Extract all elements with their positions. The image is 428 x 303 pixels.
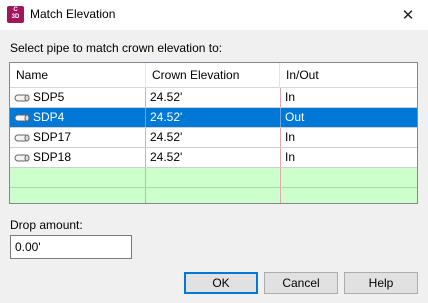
cell-divider: [280, 188, 281, 203]
crown-elevation-cell: 24.52': [150, 90, 183, 104]
cancel-button[interactable]: Cancel: [264, 272, 338, 294]
cell-divider: [280, 108, 281, 127]
pipe-icon: [14, 134, 30, 142]
drop-amount-input[interactable]: [10, 235, 132, 259]
pipe-name-cell: SDP17: [33, 130, 72, 144]
ok-button[interactable]: OK: [184, 272, 258, 294]
crown-elevation-cell: 24.52': [150, 130, 183, 144]
cell-divider: [280, 88, 281, 107]
pipe-name-cell: SDP4: [33, 110, 65, 124]
pipe-icon: [14, 114, 30, 122]
grid-header: Name Crown Elevation In/Out: [10, 63, 417, 88]
in-out-cell: In: [285, 90, 296, 104]
cell-divider: [280, 128, 281, 147]
table-row[interactable]: SDP17 24.52' In: [10, 128, 417, 148]
pipe-name-cell: SDP5: [33, 90, 65, 104]
pipe-selection-prompt: Select pipe to match crown elevation to:: [10, 41, 223, 55]
pipe-grid[interactable]: Name Crown Elevation In/Out SDP5 24.52' …: [9, 62, 418, 204]
help-button[interactable]: Help: [344, 272, 418, 294]
cell-divider: [145, 188, 146, 203]
new-row-placeholder[interactable]: [10, 188, 417, 203]
table-row[interactable]: SDP5 24.52' In: [10, 88, 417, 108]
crown-elevation-cell: 24.52': [150, 110, 183, 124]
column-header-name[interactable]: Name: [10, 63, 146, 88]
column-header-crown-elevation[interactable]: Crown Elevation: [146, 63, 280, 88]
table-row[interactable]: SDP18 24.52' In: [10, 148, 417, 168]
crown-elevation-cell: 24.52': [150, 150, 183, 164]
new-row-placeholder[interactable]: [10, 168, 417, 188]
app-icon-letter: C: [13, 7, 18, 13]
title-bar: C 3D Match Elevation ✕: [0, 0, 428, 30]
civil3d-app-icon: C 3D: [7, 6, 24, 23]
drop-amount-label: Drop amount:: [10, 218, 83, 232]
close-button[interactable]: ✕: [388, 0, 428, 30]
pipe-icon: [14, 154, 30, 162]
cell-divider: [145, 128, 146, 147]
in-out-cell: In: [285, 150, 296, 164]
table-row-selected[interactable]: SDP4 24.52' Out: [10, 108, 417, 128]
in-out-cell: In: [285, 130, 296, 144]
cell-divider: [280, 148, 281, 167]
cell-divider: [145, 108, 146, 127]
pipe-name-cell: SDP18: [33, 150, 72, 164]
cell-divider: [145, 148, 146, 167]
column-header-in-out[interactable]: In/Out: [280, 63, 417, 88]
close-icon: ✕: [401, 7, 415, 24]
cell-divider: [280, 168, 281, 187]
cell-divider: [145, 88, 146, 107]
app-icon-subtext: 3D: [11, 14, 20, 20]
pipe-icon: [14, 94, 30, 102]
cell-divider: [145, 168, 146, 187]
dialog-title: Match Elevation: [30, 7, 116, 21]
in-out-cell: Out: [285, 110, 305, 124]
